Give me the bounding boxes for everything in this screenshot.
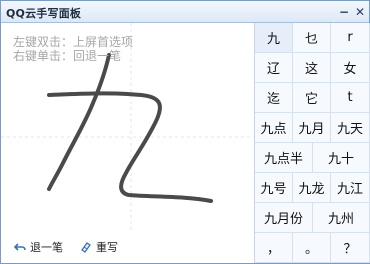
candidate-item[interactable]: 九 [255,23,293,53]
candidate-item[interactable]: 乜 [293,23,331,53]
close-button[interactable]: ✕ [352,4,368,20]
candidate-item[interactable]: 辽 [255,53,293,83]
candidate-item[interactable]: t [331,83,370,113]
candidate-item[interactable]: 女 [331,53,370,83]
hint-right-click: 右键单击：回退一笔 [13,49,122,63]
candidate-item[interactable]: 九江 [331,173,370,203]
candidate-item[interactable]: 九号 [255,173,293,203]
title-bar[interactable]: QQ云手写面板 − ✕ [1,1,369,23]
rewrite-button[interactable]: 重写 [80,238,118,256]
undo-stroke-button[interactable]: 退一笔 [14,238,63,256]
candidate-item[interactable]: r [331,23,370,53]
candidate-item[interactable]: 它 [293,83,331,113]
bottom-toolbar: 退一笔 重写 [1,232,254,263]
candidate-punct[interactable]: 。 [293,233,331,263]
undo-icon [14,243,26,251]
candidate-item[interactable]: 九月 [293,113,331,143]
candidate-punct[interactable]: ， [255,233,293,263]
handwriting-canvas[interactable]: 左键双击：上屏首选项 右键单击：回退一笔 [1,23,254,263]
candidate-punct[interactable]: ？ [331,233,370,263]
candidate-panel: 九 乜 r 辽 这 女 迄 它 t 九点 九月 九天 九点半 九十 九号 九龙 … [254,23,370,263]
rewrite-label: 重写 [96,241,118,254]
undo-label: 退一笔 [30,241,63,254]
candidate-item[interactable]: 九州 [313,203,370,233]
candidate-item[interactable]: 九龙 [293,173,331,203]
handwriting-panel-window: QQ云手写面板 − ✕ 左键双击：上屏首选项 右键单击：回退一笔 退一笔 重写 [0,0,370,264]
ink-stroke-1 [47,53,111,191]
candidate-item[interactable]: 九月份 [255,203,313,233]
candidate-item[interactable]: 九十 [313,143,370,173]
candidate-item[interactable]: 九天 [331,113,370,143]
candidate-item[interactable]: 这 [293,53,331,83]
minimize-button[interactable]: − [336,4,352,20]
candidate-item[interactable]: 九点半 [255,143,313,173]
eraser-icon [81,242,91,253]
window-title: QQ云手写面板 [6,7,82,20]
candidate-item[interactable]: 九点 [255,113,293,143]
candidate-item[interactable]: 迄 [255,83,293,113]
